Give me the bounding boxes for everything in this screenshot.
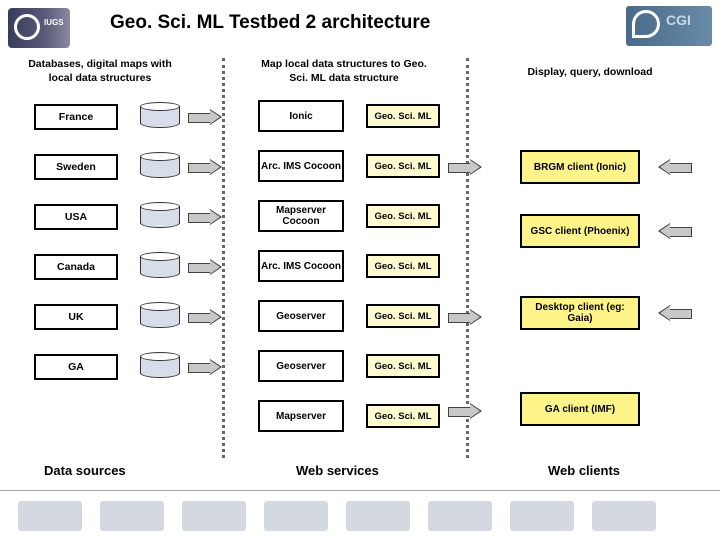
source-usa: USA [34, 204, 118, 230]
arrow-right-icon [188, 260, 222, 274]
column-divider [222, 58, 225, 458]
client-brgm: BRGM client (Ionic) [520, 150, 640, 184]
partner-logo [346, 501, 410, 531]
database-icon [140, 152, 180, 178]
column-header-services: Map local data structures to Geo. Sci. M… [254, 58, 434, 85]
geosciml-output: Geo. Sci. ML [366, 104, 440, 128]
database-icon [140, 352, 180, 378]
arrow-right-icon [188, 110, 222, 124]
geosciml-output: Geo. Sci. ML [366, 204, 440, 228]
partner-logo [510, 501, 574, 531]
arrow-right-icon [448, 404, 482, 418]
client-ga-imf: GA client (IMF) [520, 392, 640, 426]
client-desktop: Desktop client (eg: Gaia) [520, 296, 640, 330]
arrow-right-icon [188, 210, 222, 224]
header: IUGS Geo. Sci. ML Testbed 2 architecture… [0, 0, 720, 52]
geosciml-output: Geo. Sci. ML [366, 304, 440, 328]
geosciml-output: Geo. Sci. ML [366, 354, 440, 378]
section-label-clients: Web clients [548, 463, 620, 478]
service-mapserver-cocoon: Mapserver Cocoon [258, 200, 344, 232]
geosciml-output: Geo. Sci. ML [366, 154, 440, 178]
partner-logo [264, 501, 328, 531]
logo-iugs: IUGS [8, 8, 70, 48]
database-icon [140, 202, 180, 228]
service-geoserver: Geoserver [258, 300, 344, 332]
page-title: Geo. Sci. ML Testbed 2 architecture [110, 12, 430, 34]
logo-cgi: CGI [626, 6, 712, 46]
service-arcims-cocoon: Arc. IMS Cocoon [258, 250, 344, 282]
arrow-left-icon [658, 160, 692, 174]
source-ga: GA [34, 354, 118, 380]
service-arcims-cocoon: Arc. IMS Cocoon [258, 150, 344, 182]
partner-logo [100, 501, 164, 531]
arrow-right-icon [188, 360, 222, 374]
partner-logo [592, 501, 656, 531]
database-icon [140, 252, 180, 278]
source-uk: UK [34, 304, 118, 330]
footer-logos [0, 490, 720, 540]
column-header-sources: Databases, digital maps with local data … [20, 58, 180, 85]
diagram-stage: Databases, digital maps with local data … [0, 52, 720, 482]
geosciml-output: Geo. Sci. ML [366, 254, 440, 278]
arrow-left-icon [658, 224, 692, 238]
source-canada: Canada [34, 254, 118, 280]
column-header-clients: Display, query, download [520, 66, 660, 80]
partner-logo [18, 501, 82, 531]
service-mapserver: Mapserver [258, 400, 344, 432]
column-divider [466, 58, 469, 458]
service-ionic: Ionic [258, 100, 344, 132]
arrow-right-icon [448, 160, 482, 174]
service-geoserver: Geoserver [258, 350, 344, 382]
partner-logo [182, 501, 246, 531]
arrow-left-icon [658, 306, 692, 320]
partner-logo [428, 501, 492, 531]
database-icon [140, 102, 180, 128]
source-france: France [34, 104, 118, 130]
arrow-right-icon [188, 310, 222, 324]
geosciml-output: Geo. Sci. ML [366, 404, 440, 428]
client-gsc: GSC client (Phoenix) [520, 214, 640, 248]
section-label-sources: Data sources [44, 463, 126, 478]
database-icon [140, 302, 180, 328]
section-label-services: Web services [296, 463, 379, 478]
arrow-right-icon [188, 160, 222, 174]
source-sweden: Sweden [34, 154, 118, 180]
arrow-right-icon [448, 310, 482, 324]
